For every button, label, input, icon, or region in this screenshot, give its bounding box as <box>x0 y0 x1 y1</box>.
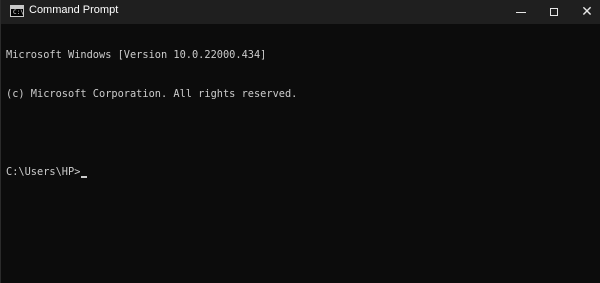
window-title: Command Prompt <box>29 4 119 16</box>
console-line: (c) Microsoft Corporation. All rights re… <box>6 88 298 100</box>
prompt-line[interactable]: C:\Users\HP> <box>6 166 586 179</box>
close-button[interactable]: ✕ <box>564 0 600 24</box>
command-prompt-window: C:\ Command Prompt ✕ Microsoft Windows [… <box>0 0 600 283</box>
console-output[interactable]: Microsoft Windows [Version 10.0.22000.43… <box>6 23 586 205</box>
cmd-icon-prompt: C:\ <box>13 9 24 16</box>
title-bar[interactable]: C:\ Command Prompt ✕ <box>1 0 600 24</box>
text-cursor <box>81 176 88 178</box>
command-prompt: C:\Users\HP> <box>6 166 81 178</box>
cmd-icon[interactable]: C:\ <box>10 5 24 17</box>
console-line: Microsoft Windows [Version 10.0.22000.43… <box>6 49 267 61</box>
close-icon: ✕ <box>581 4 593 20</box>
maximize-icon <box>550 8 558 16</box>
minimize-icon <box>516 11 526 13</box>
vertical-scrollbar[interactable] <box>592 24 600 283</box>
